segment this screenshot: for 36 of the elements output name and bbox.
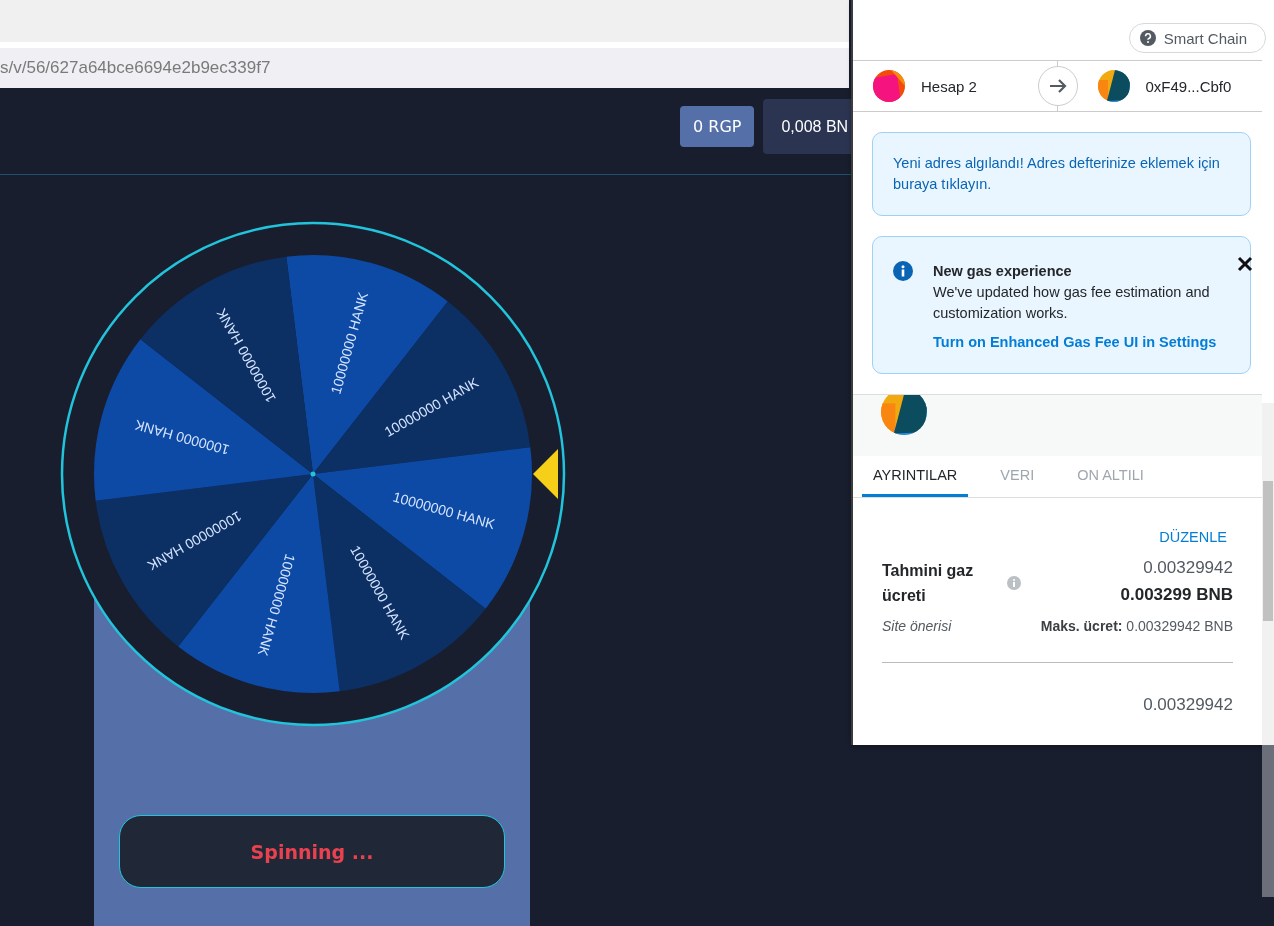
fee-total: 0.003299 BNB bbox=[1119, 585, 1233, 606]
tab[interactable]: VERI bbox=[989, 456, 1046, 497]
settings-link[interactable]: Turn on Enhanced Gas Fee UI in Settings bbox=[933, 332, 1217, 353]
info-icon bbox=[893, 261, 913, 281]
notice-text: We've updated how gas fee estimation and customization works. bbox=[933, 283, 1211, 323]
recipient-address: 0xF49...Cbf0 bbox=[1145, 77, 1232, 95]
network-selector[interactable]: Smart Chain bbox=[1128, 23, 1266, 53]
max-fee: Maks. ücret: 0.00329942 BNB bbox=[1039, 618, 1233, 634]
pointer-icon bbox=[533, 449, 558, 499]
sender-account: Hesap 2 bbox=[921, 77, 977, 95]
arrow-button[interactable] bbox=[1037, 66, 1078, 106]
help-icon bbox=[1139, 30, 1156, 46]
fee-amount: 0.00329942 bbox=[1142, 558, 1233, 579]
address-bar[interactable]: s/v/56/627a64bce6694e2b9ec339f7 bbox=[0, 48, 849, 88]
avatar-icon bbox=[881, 395, 927, 435]
page-scrollbar[interactable] bbox=[1262, 745, 1274, 897]
balance-button[interactable]: 0,008 BN bbox=[763, 99, 854, 154]
avatar-icon bbox=[873, 70, 905, 102]
hub-dot bbox=[310, 471, 316, 477]
token-button[interactable]: 0 RGP bbox=[680, 106, 755, 147]
tab[interactable]: ON ALTILI bbox=[1066, 456, 1155, 497]
notice-title: New gas experience bbox=[933, 262, 1073, 281]
address-notice[interactable]: Yeni adres algılandı! Adres defterinize eklemek için buraya tıklayın. bbox=[872, 132, 1251, 216]
avatar-icon bbox=[1097, 70, 1130, 102]
close-icon[interactable] bbox=[1236, 255, 1255, 273]
spin-button[interactable]: Spinning ... bbox=[119, 815, 505, 888]
address-url[interactable]: s/v/56/627a64bce6694e2b9ec339f7 bbox=[0, 58, 271, 78]
total-amount: 0.00329942 bbox=[1142, 695, 1233, 715]
scrollbar[interactable] bbox=[1262, 403, 1274, 745]
segment-label: 1000000 HANK bbox=[132, 416, 231, 459]
fee-source: Site önerisi bbox=[882, 618, 953, 634]
info-icon bbox=[1007, 576, 1021, 590]
tab[interactable]: AYRINTILAR bbox=[862, 456, 969, 497]
network-name: Smart Chain bbox=[1163, 29, 1247, 47]
edit-link[interactable]: DÜZENLE bbox=[853, 528, 1233, 546]
fee-label: Tahmini gaz ücreti bbox=[882, 561, 975, 606]
